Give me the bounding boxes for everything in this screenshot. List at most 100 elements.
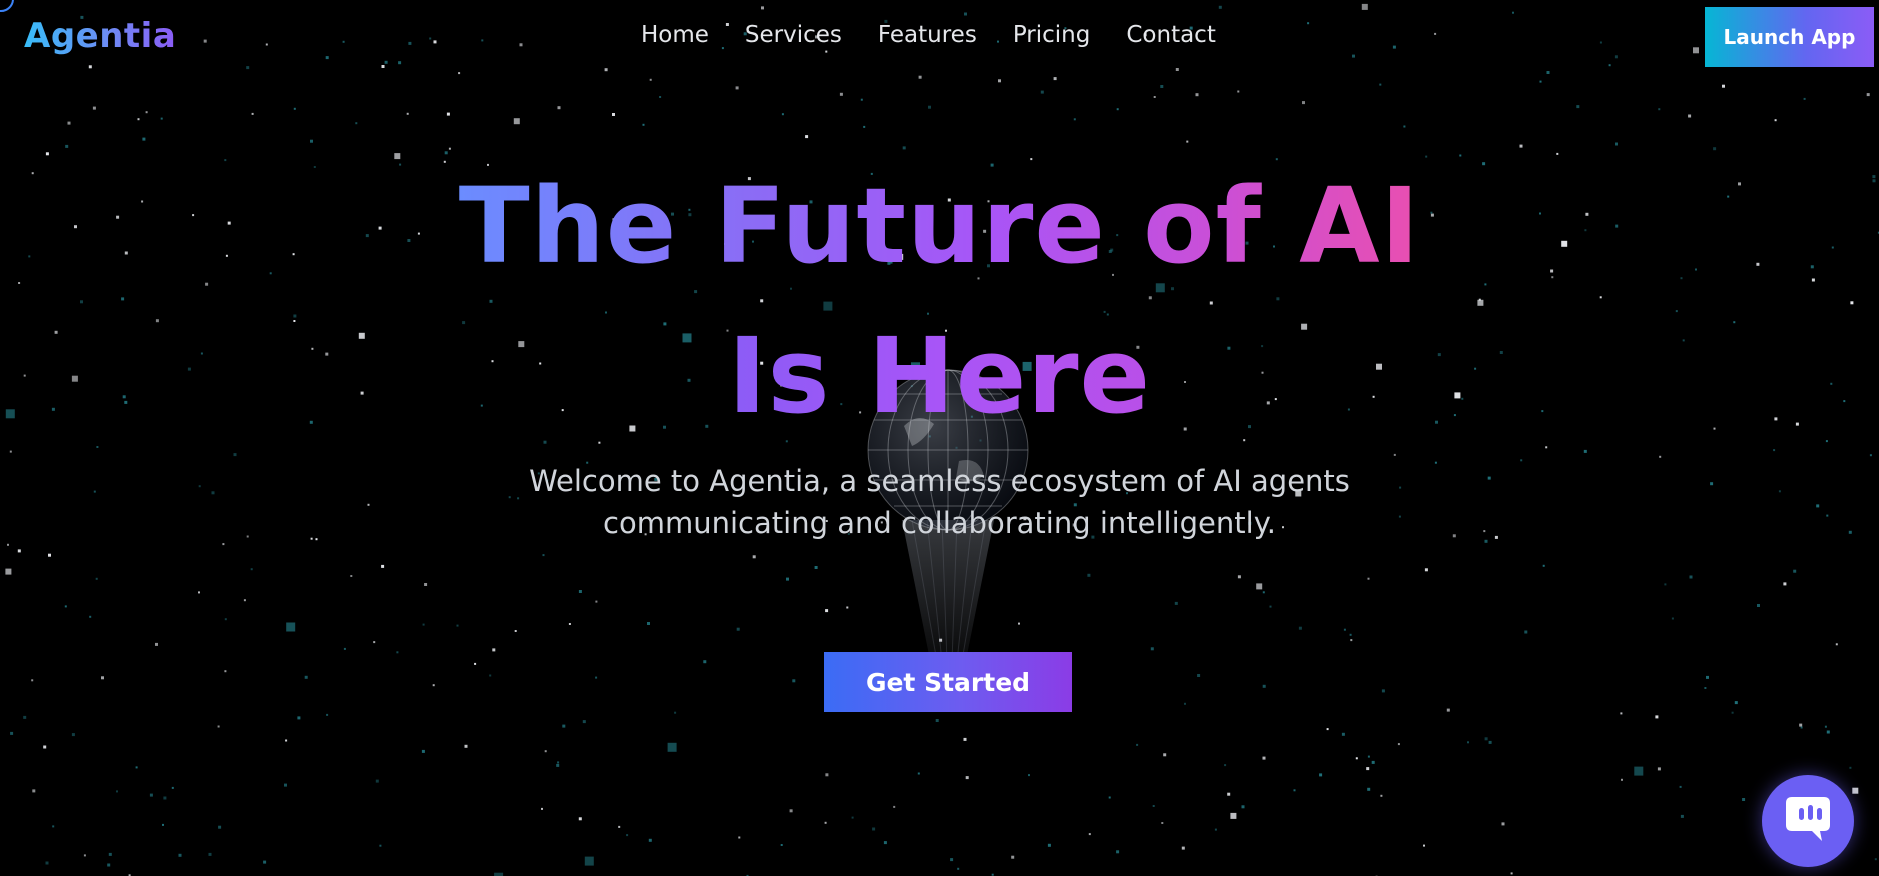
star	[45, 861, 49, 865]
launch-app-button[interactable]: Launch App	[1705, 7, 1874, 67]
star	[863, 125, 866, 128]
star	[851, 816, 854, 819]
star	[1459, 154, 1462, 157]
star	[883, 841, 887, 845]
star	[233, 453, 237, 457]
star	[432, 684, 435, 687]
star	[1153, 96, 1156, 98]
star	[1679, 785, 1682, 788]
nav-home[interactable]: Home	[641, 22, 709, 48]
star	[1276, 297, 1280, 301]
star	[375, 779, 379, 783]
star	[83, 854, 86, 857]
star	[790, 287, 792, 290]
star	[562, 724, 566, 728]
star	[1073, 118, 1076, 121]
star	[752, 555, 756, 559]
star	[805, 135, 809, 139]
star	[578, 817, 582, 821]
star	[541, 807, 543, 810]
star	[1488, 740, 1492, 744]
star	[9, 450, 12, 453]
logo[interactable]: Agentia	[24, 16, 176, 56]
star	[1826, 730, 1830, 734]
star	[649, 78, 652, 81]
star	[1874, 858, 1877, 861]
star	[145, 111, 148, 114]
get-started-button[interactable]: Get Started	[824, 652, 1072, 712]
star	[218, 825, 222, 829]
star	[846, 606, 849, 609]
star	[162, 823, 164, 826]
star	[293, 320, 296, 322]
star	[350, 575, 353, 577]
star	[1783, 582, 1787, 586]
star	[612, 113, 615, 116]
hero-title-line-2-text: Is Here	[727, 315, 1152, 437]
star	[1658, 108, 1661, 111]
nav-features[interactable]: Features	[878, 22, 977, 48]
nav-services[interactable]: Services	[745, 22, 842, 48]
star	[1542, 564, 1545, 567]
star	[703, 660, 707, 664]
star	[824, 821, 827, 824]
star	[1424, 568, 1428, 572]
star	[43, 745, 47, 749]
star	[1614, 55, 1618, 59]
star	[1352, 54, 1355, 58]
star	[595, 600, 598, 603]
star	[1824, 725, 1827, 728]
hero-title-line-1-text: The Future of AI	[458, 165, 1421, 287]
star	[738, 836, 741, 839]
star	[1655, 715, 1659, 719]
star	[1675, 310, 1678, 313]
star	[626, 834, 629, 837]
star	[1018, 622, 1020, 625]
star	[1510, 872, 1513, 875]
star	[519, 43, 523, 47]
star	[902, 146, 906, 150]
star	[1850, 301, 1854, 305]
star	[1088, 833, 1091, 836]
star	[1262, 591, 1265, 594]
star	[1030, 158, 1033, 161]
star	[1688, 114, 1692, 118]
star	[1501, 822, 1505, 826]
star	[1403, 125, 1406, 128]
star	[1108, 796, 1111, 799]
star	[265, 43, 268, 46]
star	[1160, 85, 1164, 88]
star	[17, 549, 21, 553]
star	[604, 68, 608, 72]
star	[667, 742, 677, 752]
star	[422, 623, 425, 626]
hero-title-line-2: Is Here	[0, 324, 1879, 428]
star	[384, 60, 388, 64]
star	[917, 772, 920, 775]
star	[379, 844, 382, 847]
chat-button[interactable]	[1762, 775, 1854, 867]
star	[1350, 639, 1353, 642]
star	[208, 852, 212, 856]
star	[963, 737, 967, 741]
star	[205, 282, 209, 286]
star	[284, 783, 287, 787]
star	[1195, 93, 1199, 97]
star	[178, 853, 182, 857]
star	[1184, 702, 1186, 705]
star	[10, 731, 14, 735]
star	[1621, 778, 1623, 781]
star	[584, 856, 594, 866]
star	[1556, 152, 1559, 155]
star	[1293, 789, 1296, 792]
star	[7, 543, 9, 546]
star	[893, 805, 896, 808]
nav-contact[interactable]: Contact	[1126, 22, 1215, 48]
star	[64, 605, 67, 608]
star	[1434, 32, 1437, 35]
star	[155, 642, 158, 646]
star	[1484, 737, 1488, 741]
nav-pricing[interactable]: Pricing	[1013, 22, 1091, 48]
star	[965, 776, 969, 780]
star	[543, 440, 547, 444]
